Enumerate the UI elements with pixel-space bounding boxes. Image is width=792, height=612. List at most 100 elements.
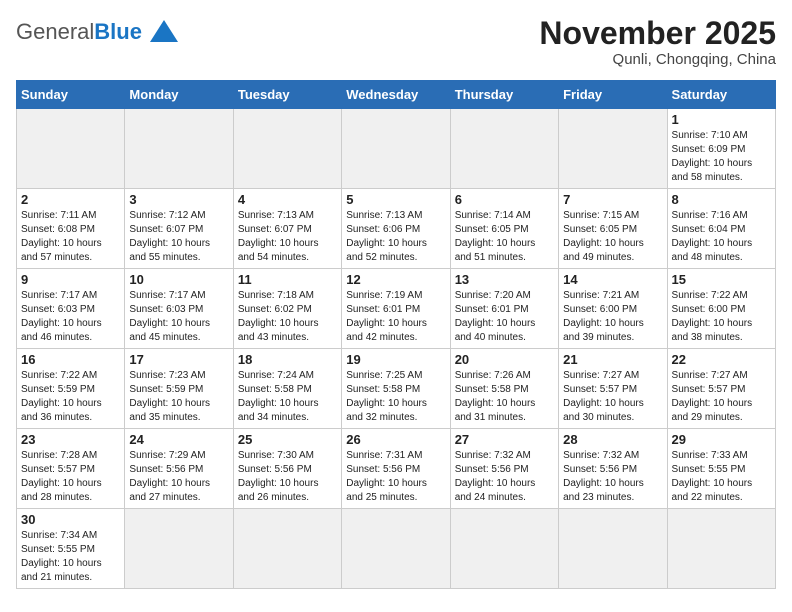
- calendar-cell: 5Sunrise: 7:13 AM Sunset: 6:06 PM Daylig…: [342, 189, 450, 269]
- weekday-header-saturday: Saturday: [667, 81, 775, 109]
- calendar-cell: 18 Sunrise: 7:24 AM Sunset: 5:58 PM Dayli…: [233, 349, 341, 429]
- day-number: 10: [129, 272, 228, 287]
- day-number: 18: [238, 352, 337, 367]
- calendar-cell: 13Sunrise: 7:20 AM Sunset: 6:01 PM Dayli…: [450, 269, 558, 349]
- day-number: 2: [21, 192, 120, 207]
- day-number: 29: [672, 432, 771, 447]
- calendar-cell: 23 Sunrise: 7:28 AM Sunset: 5:57 PM Dayli…: [17, 429, 125, 509]
- day-info: Sunrise: 7:17 AM Sunset: 6:03 PM Dayligh…: [21, 289, 120, 345]
- day-number: 12: [346, 272, 445, 287]
- calendar-cell: 17 Sunrise: 7:23 AM Sunset: 5:59 PM Dayli…: [125, 349, 233, 429]
- day-info: Sunrise: 7:21 AM Sunset: 6:00 PM Dayligh…: [563, 289, 662, 345]
- day-number: 8: [672, 192, 771, 207]
- calendar-cell: [667, 509, 775, 589]
- calendar-cell: [450, 109, 558, 189]
- location-label: Qunli, Chongqing, China: [539, 51, 776, 68]
- day-info: Sunrise: 7:22 AM Sunset: 5:59 PM Dayligh…: [21, 369, 120, 425]
- day-info: Sunrise: 7:22 AM Sunset: 6:00 PM Dayligh…: [672, 289, 771, 345]
- day-info: Sunrise: 7:23 AM Sunset: 5:59 PM Dayligh…: [129, 369, 228, 425]
- calendar-table: SundayMondayTuesdayWednesdayThursdayFrid…: [16, 80, 776, 589]
- calendar-cell: [342, 509, 450, 589]
- day-info: Sunrise: 7:30 AM Sunset: 5:56 PM Dayligh…: [238, 449, 337, 505]
- day-number: 3: [129, 192, 228, 207]
- day-info: Sunrise: 7:12 AM Sunset: 6:07 PM Dayligh…: [129, 209, 228, 265]
- week-row-5: 23 Sunrise: 7:28 AM Sunset: 5:57 PM Dayli…: [17, 429, 776, 509]
- calendar-cell: 28Sunrise: 7:32 AM Sunset: 5:56 PM Dayli…: [559, 429, 667, 509]
- calendar-cell: 8Sunrise: 7:16 AM Sunset: 6:04 PM Daylig…: [667, 189, 775, 269]
- page-header: GeneralBlue November 2025 Qunli, Chongqi…: [16, 16, 776, 68]
- day-number: 21: [563, 352, 662, 367]
- day-number: 22: [672, 352, 771, 367]
- day-info: Sunrise: 7:11 AM Sunset: 6:08 PM Dayligh…: [21, 209, 120, 265]
- calendar-cell: 6Sunrise: 7:14 AM Sunset: 6:05 PM Daylig…: [450, 189, 558, 269]
- weekday-header-friday: Friday: [559, 81, 667, 109]
- logo: GeneralBlue: [16, 16, 178, 47]
- calendar-cell: [450, 509, 558, 589]
- day-info: Sunrise: 7:32 AM Sunset: 5:56 PM Dayligh…: [563, 449, 662, 505]
- calendar-cell: 7Sunrise: 7:15 AM Sunset: 6:05 PM Daylig…: [559, 189, 667, 269]
- calendar-cell: 9 Sunrise: 7:17 AM Sunset: 6:03 PM Daylig…: [17, 269, 125, 349]
- calendar-cell: [559, 109, 667, 189]
- day-number: 9: [21, 272, 120, 287]
- weekday-header-monday: Monday: [125, 81, 233, 109]
- day-number: 17: [129, 352, 228, 367]
- day-number: 20: [455, 352, 554, 367]
- logo-icon: GeneralBlue: [16, 16, 178, 47]
- week-row-6: 30Sunrise: 7:34 AM Sunset: 5:55 PM Dayli…: [17, 509, 776, 589]
- week-row-3: 9 Sunrise: 7:17 AM Sunset: 6:03 PM Daylig…: [17, 269, 776, 349]
- calendar-cell: 4 Sunrise: 7:13 AM Sunset: 6:07 PM Daylig…: [233, 189, 341, 269]
- day-number: 14: [563, 272, 662, 287]
- calendar-cell: 25 Sunrise: 7:30 AM Sunset: 5:56 PM Dayli…: [233, 429, 341, 509]
- day-number: 19: [346, 352, 445, 367]
- weekday-header-sunday: Sunday: [17, 81, 125, 109]
- day-number: 23: [21, 432, 120, 447]
- day-number: 16: [21, 352, 120, 367]
- weekday-header-wednesday: Wednesday: [342, 81, 450, 109]
- weekday-header-tuesday: Tuesday: [233, 81, 341, 109]
- day-number: 4: [238, 192, 337, 207]
- calendar-cell: [125, 109, 233, 189]
- calendar-cell: [125, 509, 233, 589]
- day-info: Sunrise: 7:13 AM Sunset: 6:06 PM Dayligh…: [346, 209, 445, 265]
- calendar-cell: [17, 109, 125, 189]
- day-number: 1: [672, 112, 771, 127]
- calendar-cell: 11Sunrise: 7:18 AM Sunset: 6:02 PM Dayli…: [233, 269, 341, 349]
- logo-triangle-icon: [150, 20, 178, 42]
- day-info: Sunrise: 7:28 AM Sunset: 5:57 PM Dayligh…: [21, 449, 120, 505]
- day-number: 13: [455, 272, 554, 287]
- calendar-cell: [233, 109, 341, 189]
- week-row-2: 2 Sunrise: 7:11 AM Sunset: 6:08 PM Daylig…: [17, 189, 776, 269]
- calendar-cell: [559, 509, 667, 589]
- day-info: Sunrise: 7:14 AM Sunset: 6:05 PM Dayligh…: [455, 209, 554, 265]
- day-info: Sunrise: 7:19 AM Sunset: 6:01 PM Dayligh…: [346, 289, 445, 345]
- calendar-cell: 1 Sunrise: 7:10 AM Sunset: 6:09 PM Daylig…: [667, 109, 775, 189]
- calendar-cell: 15Sunrise: 7:22 AM Sunset: 6:00 PM Dayli…: [667, 269, 775, 349]
- day-info: Sunrise: 7:13 AM Sunset: 6:07 PM Dayligh…: [238, 209, 337, 265]
- day-info: Sunrise: 7:29 AM Sunset: 5:56 PM Dayligh…: [129, 449, 228, 505]
- day-info: Sunrise: 7:32 AM Sunset: 5:56 PM Dayligh…: [455, 449, 554, 505]
- calendar-cell: 16 Sunrise: 7:22 AM Sunset: 5:59 PM Dayli…: [17, 349, 125, 429]
- calendar-cell: 2 Sunrise: 7:11 AM Sunset: 6:08 PM Daylig…: [17, 189, 125, 269]
- day-info: Sunrise: 7:15 AM Sunset: 6:05 PM Dayligh…: [563, 209, 662, 265]
- day-info: Sunrise: 7:31 AM Sunset: 5:56 PM Dayligh…: [346, 449, 445, 505]
- calendar-cell: 20Sunrise: 7:26 AM Sunset: 5:58 PM Dayli…: [450, 349, 558, 429]
- calendar-cell: [342, 109, 450, 189]
- calendar-cell: 26 Sunrise: 7:31 AM Sunset: 5:56 PM Dayli…: [342, 429, 450, 509]
- day-info: Sunrise: 7:10 AM Sunset: 6:09 PM Dayligh…: [672, 129, 771, 185]
- day-info: Sunrise: 7:27 AM Sunset: 5:57 PM Dayligh…: [563, 369, 662, 425]
- day-info: Sunrise: 7:24 AM Sunset: 5:58 PM Dayligh…: [238, 369, 337, 425]
- day-number: 25: [238, 432, 337, 447]
- weekday-header-row: SundayMondayTuesdayWednesdayThursdayFrid…: [17, 81, 776, 109]
- day-number: 11: [238, 272, 337, 287]
- logo-general-text: General: [16, 19, 94, 44]
- day-info: Sunrise: 7:17 AM Sunset: 6:03 PM Dayligh…: [129, 289, 228, 345]
- calendar-cell: 19 Sunrise: 7:25 AM Sunset: 5:58 PM Dayli…: [342, 349, 450, 429]
- calendar-cell: 21 Sunrise: 7:27 AM Sunset: 5:57 PM Dayli…: [559, 349, 667, 429]
- day-info: Sunrise: 7:25 AM Sunset: 5:58 PM Dayligh…: [346, 369, 445, 425]
- day-number: 26: [346, 432, 445, 447]
- month-title: November 2025: [539, 16, 776, 51]
- title-block: November 2025 Qunli, Chongqing, China: [539, 16, 776, 68]
- calendar-cell: 30Sunrise: 7:34 AM Sunset: 5:55 PM Dayli…: [17, 509, 125, 589]
- calendar-cell: 27Sunrise: 7:32 AM Sunset: 5:56 PM Dayli…: [450, 429, 558, 509]
- calendar-cell: 24Sunrise: 7:29 AM Sunset: 5:56 PM Dayli…: [125, 429, 233, 509]
